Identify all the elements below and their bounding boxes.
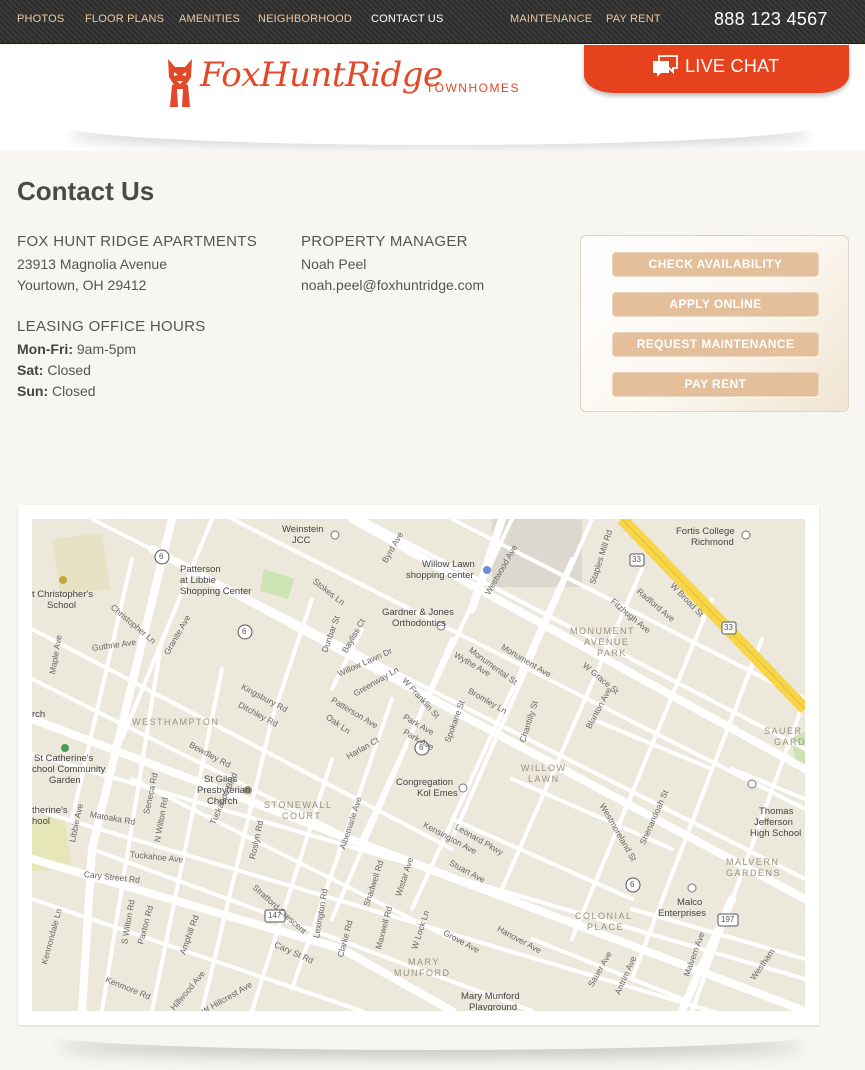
map-poi-label: rch: [32, 709, 46, 720]
route-shield: 6: [159, 552, 164, 561]
map-area-label: LAWN: [528, 774, 560, 784]
property-heading: FOX HUNT RIDGE APARTMENTS: [17, 233, 258, 250]
map-poi-label: Congregation: [396, 777, 454, 788]
map-poi-label: Thomas: [759, 806, 794, 817]
map-poi-label: Weinstein: [282, 524, 324, 535]
map-area-label: COURT: [282, 811, 322, 821]
check-availability-button[interactable]: CHECK AVAILABILITY: [612, 252, 819, 277]
map-poi-label: t Christopher's: [32, 589, 93, 600]
map-area-label: SAUER: [764, 726, 803, 736]
map-poi-label: Fortis College: [676, 526, 735, 537]
map-area-label: WILLOW: [521, 763, 567, 773]
map-poi-label: therine's: [32, 805, 68, 816]
route-shield: 197: [721, 915, 735, 924]
map-area-label: MUNFORD: [394, 968, 451, 978]
map-poi-label: St Catherine's: [34, 753, 94, 764]
map-poi-label: Kol Emes: [417, 788, 458, 799]
nav-photos[interactable]: PHOTOS: [17, 13, 64, 25]
phone-number[interactable]: 888 123 4567: [714, 9, 828, 30]
map-poi-label: Playground: [469, 1002, 518, 1011]
manager-heading: PROPERTY MANAGER: [301, 233, 468, 250]
map-poi-label: Malco: [677, 897, 703, 908]
apply-online-button[interactable]: APPLY ONLINE: [612, 292, 819, 317]
neighborhood-map[interactable]: 6 6 6 6 33 33 147 197 WESTHAMPTON STONEW…: [32, 519, 805, 1011]
map-poi-label: Shopping Center: [180, 586, 252, 597]
route-shield: 33: [724, 623, 733, 632]
hours-heading: LEASING OFFICE HOURS: [17, 318, 206, 335]
map-area-label: PARK: [597, 648, 627, 658]
nav-pay-rent[interactable]: PAY RENT: [606, 13, 661, 25]
page-title: Contact Us: [17, 176, 155, 206]
nav-contact-us[interactable]: CONTACT US: [371, 13, 444, 25]
fox-icon[interactable]: [166, 57, 194, 109]
nav-maintenance[interactable]: MAINTENANCE: [510, 13, 592, 25]
nav-neighborhood[interactable]: NEIGHBORHOOD: [258, 13, 352, 25]
manager-email-link[interactable]: noah.peel@foxhuntridge.com: [301, 277, 484, 293]
map-poi-label: chool Community: [32, 764, 106, 775]
live-chat-button[interactable]: LIVE CHAT: [584, 45, 849, 93]
map-area-label: MONUMENT: [570, 626, 635, 636]
request-maintenance-button[interactable]: REQUEST MAINTENANCE: [612, 332, 819, 357]
hours-day: Sat:: [17, 362, 44, 378]
map-poi-label: Patterson: [180, 564, 221, 575]
quick-actions-panel: CHECK AVAILABILITY APPLY ONLINE REQUEST …: [580, 235, 849, 412]
map-poi-label: shopping center: [406, 570, 474, 581]
map-poi-label: hool: [32, 816, 50, 827]
hours-row: Sat: Closed: [17, 362, 91, 378]
map-poi-label: Enterprises: [658, 908, 707, 919]
hours-time: Closed: [52, 383, 96, 399]
hours-day: Sun:: [17, 383, 49, 399]
hours-day: Mon-Fri:: [17, 341, 73, 357]
map-area-label: MALVERN: [726, 857, 780, 867]
map-poi-label: Willow Lawn: [422, 559, 475, 570]
map-area-label: GARDENS: [726, 868, 782, 878]
map-area-label: PLACE: [587, 922, 625, 932]
map-poi-label: High School: [750, 828, 802, 839]
map-poi-label: Jefferson: [754, 817, 793, 828]
map-poi-label: at Libbie: [180, 575, 216, 586]
map-area-label: STONEWALL: [264, 800, 333, 810]
chat-bubbles-icon: [653, 55, 678, 77]
live-chat-label: LIVE CHAT: [685, 56, 780, 76]
pay-rent-button[interactable]: PAY RENT: [612, 372, 819, 397]
hours-row: Mon-Fri: 9am-5pm: [17, 341, 136, 357]
manager-name: Noah Peel: [301, 256, 367, 272]
nav-amenities[interactable]: AMENITIES: [179, 13, 240, 25]
map-poi-label: School: [47, 600, 77, 611]
brand-logo-suffix: TOWNHOMES: [426, 81, 520, 95]
hours-time: 9am-5pm: [76, 341, 137, 357]
route-shield: 6: [630, 880, 635, 889]
top-navigation-bar: PHOTOS FLOOR PLANS AMENITIES NEIGHBORHOO…: [0, 0, 865, 44]
map-area-label: AVENUE: [584, 637, 630, 647]
map-poi-label: Garden: [49, 775, 81, 786]
hours-row: Sun: Closed: [17, 383, 96, 399]
map-poi-label: Mary Munford: [461, 991, 520, 1002]
map-area-label: GARDE: [774, 737, 805, 747]
nav-floor-plans[interactable]: FLOOR PLANS: [85, 13, 164, 25]
property-city: Yourtown, OH 29412: [17, 277, 147, 293]
property-street: 23913 Magnolia Avenue: [17, 256, 167, 272]
brand-logo-text[interactable]: FoxHuntRidge: [200, 55, 443, 95]
map-poi-label: Gardner & Jones: [382, 607, 454, 618]
map-poi-label: Richmond: [691, 537, 734, 548]
route-shield: 33: [632, 555, 641, 564]
hours-time: Closed: [47, 362, 91, 378]
route-shield: 6: [242, 627, 247, 636]
map-poi-label: JCC: [292, 535, 311, 546]
map-area-label: WESTHAMPTON: [132, 717, 220, 727]
map-area-label: COLONIAL: [575, 911, 633, 921]
map-poi-label: Orthodontics: [392, 618, 446, 629]
map-area-label: MARY: [408, 957, 440, 967]
header-swoosh: [60, 105, 820, 145]
